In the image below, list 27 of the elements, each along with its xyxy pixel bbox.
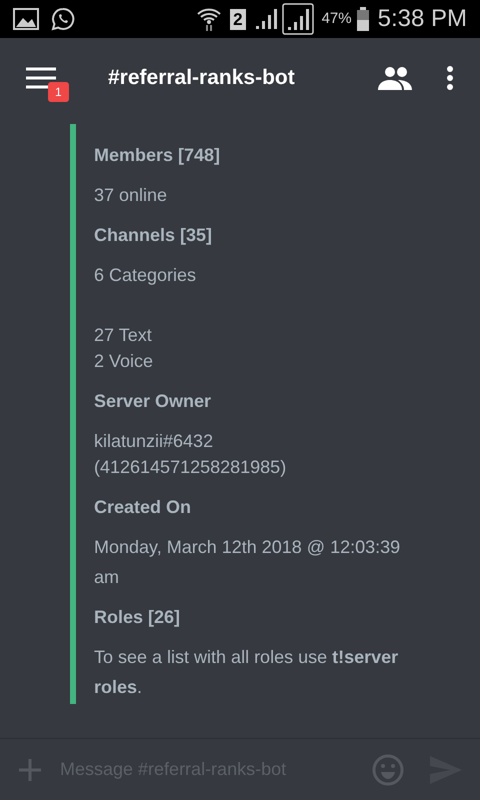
battery-icon: [356, 7, 370, 31]
field-name: Members [748]: [94, 144, 222, 166]
field-value: 2 Voice: [94, 350, 154, 373]
wifi-icon: [196, 6, 222, 32]
field-value: To see a list with all roles use t!server roles.: [94, 646, 400, 699]
field-value: 37 online: [94, 184, 168, 207]
field-name: Roles [26]: [94, 606, 182, 628]
field-value: (412614571258281985): [94, 456, 288, 479]
field-value: Monday, March 12th 2018 @ 12:03:39 am: [94, 536, 402, 589]
battery-percent: 47%: [322, 8, 352, 29]
field-name: Server Owner: [94, 390, 212, 412]
notification-badge: 1: [48, 82, 69, 102]
sim-slot-indicator: 2: [230, 8, 246, 30]
field-name: Channels [35]: [94, 224, 214, 246]
clock: 5:38 PM: [378, 4, 467, 34]
field-value: kilatunzii#6432: [94, 430, 214, 453]
more-options-icon[interactable]: [446, 65, 454, 91]
channel-title: #referral-ranks-bot: [108, 65, 295, 92]
members-icon[interactable]: [378, 66, 412, 90]
signal-icon: [282, 3, 314, 35]
field-value: 6 Categories: [94, 264, 198, 287]
signal-icon: [254, 7, 280, 31]
picture-icon: [13, 8, 39, 30]
field-name: Created On: [94, 496, 192, 518]
menu-icon: [26, 67, 56, 89]
field-value: 27 Text: [94, 324, 153, 347]
chat-bubble-icon: [51, 7, 75, 31]
